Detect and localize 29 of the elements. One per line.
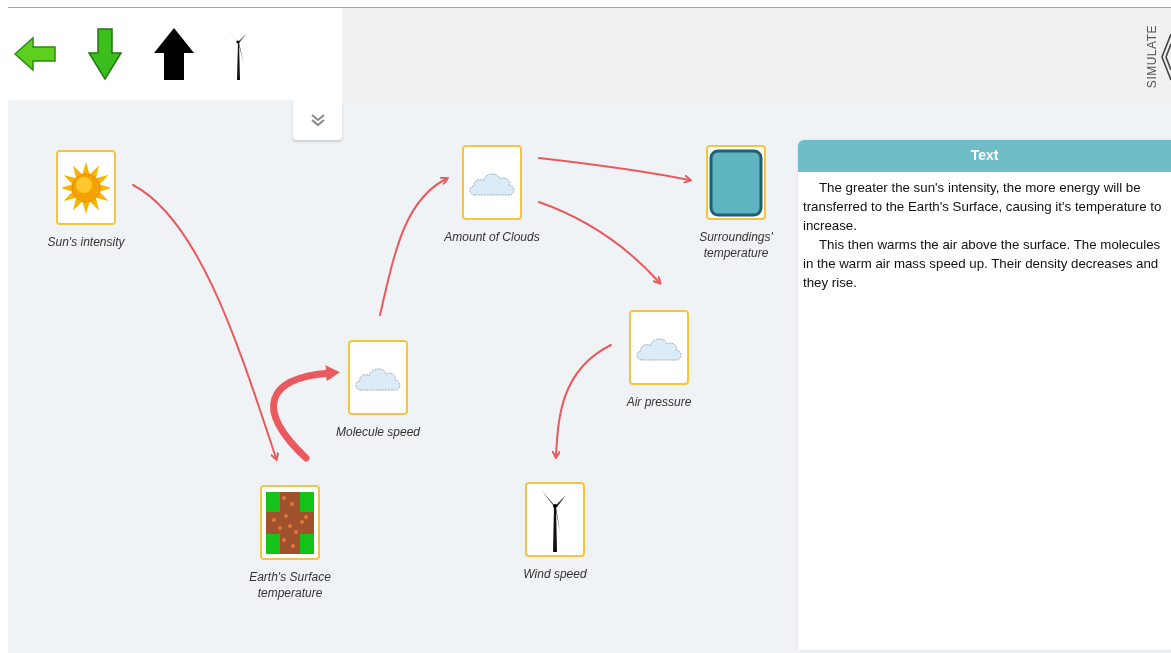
node-label: Wind speed [523, 566, 587, 582]
rounded-square-icon [709, 148, 763, 217]
expand-chevron-button[interactable] [293, 100, 342, 140]
node-label: Air pressure [626, 394, 692, 410]
node-card[interactable] [260, 485, 320, 560]
paragraph: This then warms the air above the surface. The molecules in the warm air mass speed up. Their density decreases and they rise. [803, 236, 1162, 292]
node-label: Sun's intensity [47, 234, 125, 250]
node-card[interactable] [56, 150, 116, 225]
soil-tile-icon [266, 491, 314, 554]
link-arrow[interactable] [132, 184, 280, 461]
link-arrow[interactable] [538, 201, 662, 285]
node-label: Molecule speed [335, 424, 421, 440]
node-card[interactable] [525, 482, 585, 557]
node-card[interactable] [348, 340, 408, 415]
node-label: Surroundings' temperature [698, 229, 774, 261]
node-card[interactable] [629, 310, 689, 385]
paragraph: The greater the sun's intensity, the more energy will be transferred to the Earth's Surface, causing it's temperature to increase. [803, 179, 1163, 235]
link-arrow[interactable] [538, 157, 692, 184]
node-card[interactable] [462, 145, 522, 220]
link-arrow[interactable] [551, 344, 612, 459]
up-arrow-icon[interactable] [153, 27, 195, 81]
chevron-down-icon [309, 114, 326, 126]
node-label: Earth's Surface temperature [248, 569, 332, 601]
panel-header: Text [798, 140, 1171, 172]
node-label: Amount of Clouds [444, 229, 540, 245]
down-arrow-icon[interactable] [87, 27, 123, 81]
diamond-logo-icon [1161, 32, 1171, 82]
brand-label: SIMULATE [1145, 25, 1159, 89]
node-card[interactable] [706, 145, 766, 220]
